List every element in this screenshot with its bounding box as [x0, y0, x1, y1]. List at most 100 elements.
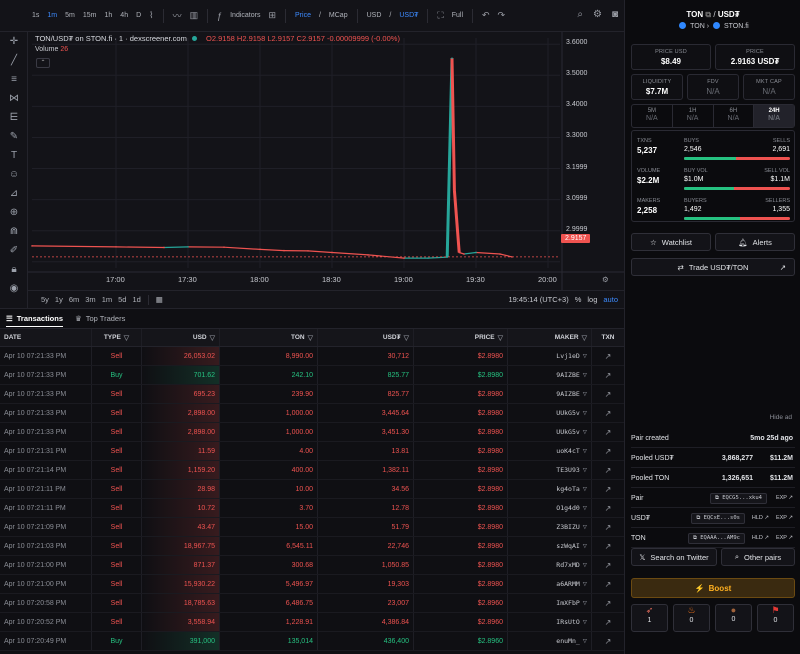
filter-icon[interactable]: ▽	[583, 523, 587, 531]
auto-scale-toggle[interactable]: auto	[603, 295, 618, 304]
emoji-icon[interactable]: ☺	[0, 165, 28, 184]
trend-line-icon[interactable]: ╱	[0, 51, 28, 70]
crosshair-icon[interactable]: ✛	[0, 32, 28, 51]
external-link-icon[interactable]: ↗	[605, 352, 612, 361]
maker-address[interactable]: Rd7xMD	[556, 561, 579, 569]
currency-usd-toggle[interactable]: USD	[363, 12, 386, 19]
usdt-explorer-link[interactable]: EXP ↗	[776, 515, 793, 521]
usdt-holders-link[interactable]: HLD ↗	[752, 515, 769, 521]
external-link-icon[interactable]: ↗	[605, 409, 612, 418]
external-link-icon[interactable]: ↗	[605, 390, 612, 399]
header-usdt[interactable]: USD₮ ▽	[318, 329, 414, 346]
price-toggle[interactable]: Price	[291, 12, 315, 19]
filter-icon[interactable]: ▽	[583, 561, 587, 569]
table-row[interactable]: Apr 10 07:20:58 PM Sell 18,785.63 6,486.75 2…	[0, 594, 624, 613]
cell-maker[interactable]: O1g4d0 ▽	[508, 499, 592, 517]
watchlist-button[interactable]: ☆ Watchlist	[631, 233, 711, 251]
tab-top-traders[interactable]: ♛ Top Traders	[75, 314, 125, 323]
table-row[interactable]: Apr 10 07:20:52 PM Sell 3,558.94 1,228.91 4,…	[0, 613, 624, 632]
table-row[interactable]: Apr 10 07:21:11 PM Sell 28.98 10.00 34.56 $2.…	[0, 480, 624, 499]
ton-holders-link[interactable]: HLD ↗	[752, 535, 769, 541]
camera-icon[interactable]: ◙	[612, 9, 618, 20]
bar-chart-icon[interactable]: ▥	[186, 10, 203, 21]
maker-address[interactable]: szWqAI	[556, 542, 579, 550]
quick-search-icon[interactable]: ⌕	[577, 9, 583, 20]
filter-icon[interactable]: ▽	[582, 334, 587, 342]
table-row[interactable]: Apr 10 07:21:33 PM Sell 2,898.00 1,000.00 3,…	[0, 423, 624, 442]
filter-icon[interactable]: ▽	[124, 334, 129, 342]
ton-address-chip[interactable]: ⧉ EQAAA...AM9c	[688, 533, 745, 544]
external-link-icon[interactable]: ↗	[605, 504, 612, 513]
log-scale-toggle[interactable]: log	[587, 295, 597, 304]
range-1y[interactable]: 1y	[52, 295, 66, 304]
filter-icon[interactable]: ▽	[308, 334, 313, 342]
external-link-icon[interactable]: ↗	[605, 618, 612, 627]
table-row[interactable]: Apr 10 07:21:33 PM Sell 695.23 239.90 825.77…	[0, 385, 624, 404]
header-type[interactable]: TYPE ▽	[92, 329, 142, 346]
undo-icon[interactable]: ↶	[478, 10, 494, 21]
interval-1s[interactable]: 1s	[28, 12, 43, 19]
header-maker[interactable]: MAKER ▽	[508, 329, 592, 346]
filter-icon[interactable]: ▽	[583, 371, 587, 379]
horizontal-lines-icon[interactable]: ≡	[0, 70, 28, 89]
redo-icon[interactable]: ↷	[494, 10, 510, 21]
filter-icon[interactable]: ▽	[583, 428, 587, 436]
cell-maker[interactable]: enuMn_ ▽	[508, 632, 592, 650]
header-price[interactable]: PRICE ▽	[414, 329, 508, 346]
filter-icon[interactable]: ▽	[498, 334, 503, 342]
timeframe-6h[interactable]: 6H N/A	[714, 105, 755, 127]
cell-maker[interactable]: TE3U93 ▽	[508, 461, 592, 479]
table-row[interactable]: Apr 10 07:21:00 PM Sell 871.37 300.68 1,050.…	[0, 556, 624, 575]
alerts-button[interactable]: 🔔︎ Alerts	[715, 233, 795, 251]
line-chart-icon[interactable]: 〰	[169, 9, 186, 22]
filter-icon[interactable]: ▽	[583, 447, 587, 455]
brush-icon[interactable]: ✎	[0, 127, 28, 146]
timeframe-5m[interactable]: 5M N/A	[632, 105, 673, 127]
range-5d[interactable]: 5d	[115, 295, 129, 304]
usdt-address-chip[interactable]: ⧉ EQCxE...s0s	[691, 513, 745, 524]
range-5y[interactable]: 5y	[38, 295, 52, 304]
trade-button[interactable]: ⇄ Trade USD₮/TON ↗	[631, 258, 795, 276]
table-row[interactable]: Apr 10 07:21:31 PM Sell 11.59 4.00 13.81 $2.8…	[0, 442, 624, 461]
maker-address[interactable]: enuMn_	[556, 637, 579, 645]
external-link-icon[interactable]: ↗	[605, 447, 612, 456]
reaction-flag[interactable]: ⚑ 0	[757, 604, 794, 632]
maker-address[interactable]: uoK4cT	[556, 447, 579, 455]
currency-usdt-toggle[interactable]: USD₮	[395, 12, 422, 19]
layout-grid-icon[interactable]: ⊞	[264, 10, 280, 21]
cell-maker[interactable]: 9AIZBE ▽	[508, 366, 592, 384]
search-twitter-button[interactable]: 𝕏 Search on Twitter	[631, 548, 717, 566]
header-usd[interactable]: USD ▽	[142, 329, 220, 346]
maker-address[interactable]: IRsUtO	[556, 618, 579, 626]
external-link-icon[interactable]: ↗	[605, 466, 612, 475]
chart-plot-area[interactable]	[28, 32, 624, 290]
ton-explorer-link[interactable]: EXP ↗	[776, 535, 793, 541]
range-6m[interactable]: 6m	[66, 295, 82, 304]
cell-maker[interactable]: UUkG5v ▽	[508, 404, 592, 422]
cell-maker[interactable]: UUkG5v ▽	[508, 423, 592, 441]
interval-1h[interactable]: 1h	[101, 12, 117, 19]
maker-address[interactable]: a6ARMM	[556, 580, 579, 588]
maker-address[interactable]: UUkG5v	[556, 409, 579, 417]
external-link-icon[interactable]: ↗	[605, 485, 612, 494]
table-row[interactable]: Apr 10 07:21:00 PM Sell 15,930.22 5,496.97 1…	[0, 575, 624, 594]
maker-address[interactable]: ImXFbP	[556, 599, 579, 607]
maker-address[interactable]: O1g4d0	[556, 504, 579, 512]
cell-maker[interactable]: Z3BIZU ▽	[508, 518, 592, 536]
chain-name[interactable]: TON	[690, 23, 705, 30]
table-row[interactable]: Apr 10 07:21:33 PM Sell 26,053.02 8,990.00 3…	[0, 347, 624, 366]
pitchfork-icon[interactable]: ⋈	[0, 89, 28, 108]
magnet-icon[interactable]: ⋒	[0, 222, 28, 241]
filter-icon[interactable]: ▽	[583, 618, 587, 626]
range-1m[interactable]: 1m	[99, 295, 115, 304]
interval-4h[interactable]: 4h	[116, 12, 132, 19]
table-row[interactable]: Apr 10 07:21:09 PM Sell 43.47 15.00 51.79 $2.…	[0, 518, 624, 537]
cell-maker[interactable]: Lvj1eD ▽	[508, 347, 592, 365]
filter-icon[interactable]: ▽	[404, 334, 409, 342]
filter-icon[interactable]: ▽	[583, 580, 587, 588]
filter-icon[interactable]: ▽	[583, 390, 587, 398]
table-row[interactable]: Apr 10 07:21:33 PM Sell 2,898.00 1,000.00 3,…	[0, 404, 624, 423]
external-link-icon[interactable]: ↗	[605, 523, 612, 532]
filter-icon[interactable]: ▽	[583, 637, 587, 645]
header-ton[interactable]: TON ▽	[220, 329, 318, 346]
